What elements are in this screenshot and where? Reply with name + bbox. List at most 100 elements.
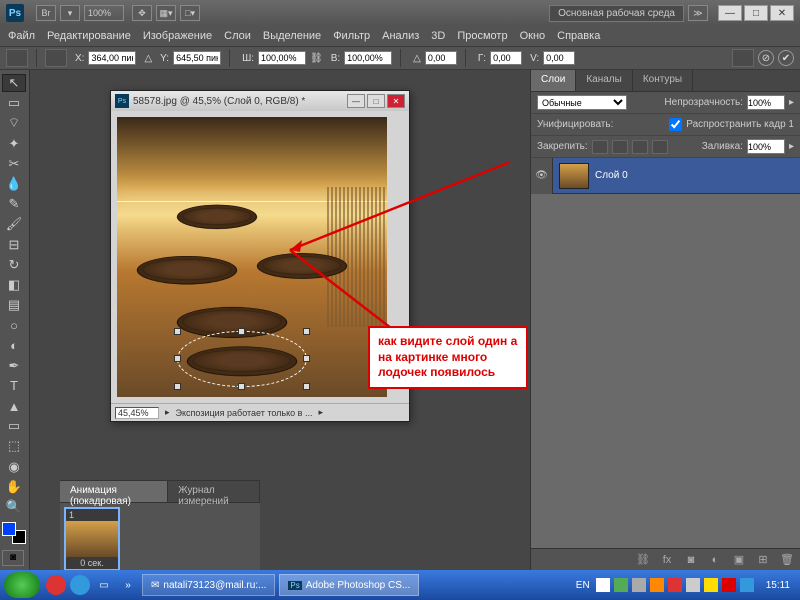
tray-icon[interactable] <box>650 578 664 592</box>
tray-icon[interactable] <box>614 578 628 592</box>
start-button[interactable] <box>4 572 40 598</box>
lock-transparency-icon[interactable] <box>592 140 608 154</box>
x-input[interactable] <box>88 51 136 65</box>
commit-transform[interactable]: ✔ <box>778 50 794 66</box>
menu-layers[interactable]: Слои <box>224 30 251 42</box>
tray-icon[interactable] <box>632 578 646 592</box>
lasso-tool[interactable]: ⌔ <box>2 114 26 132</box>
layer-row[interactable]: 👁 Слой 0 <box>531 158 800 194</box>
adjustment-layer-icon[interactable]: ◐ <box>706 552 724 568</box>
tab-animation[interactable]: Анимация (покадровая) <box>60 481 168 502</box>
canvas[interactable] <box>117 117 387 397</box>
opacity-input[interactable] <box>747 95 785 110</box>
menu-image[interactable]: Изображение <box>143 30 212 42</box>
reference-point-icon[interactable] <box>45 49 67 67</box>
language-indicator[interactable]: EN <box>576 580 590 591</box>
menu-analysis[interactable]: Анализ <box>382 30 419 42</box>
fill-input[interactable] <box>747 139 785 154</box>
cancel-transform[interactable]: ⊘ <box>758 50 774 66</box>
document-zoom[interactable]: 45,45% <box>115 407 159 419</box>
tray-icon[interactable] <box>596 578 610 592</box>
status-dropdown-icon[interactable]: ▸ <box>318 407 323 418</box>
document-maximize[interactable]: □ <box>367 94 385 108</box>
window-minimize[interactable]: — <box>718 5 742 21</box>
xy-triangle-icon[interactable]: △ <box>144 53 152 64</box>
menu-view[interactable]: Просмотр <box>457 30 507 42</box>
clone-stamp-tool[interactable]: ⊟ <box>2 236 26 254</box>
tray-icon[interactable] <box>722 578 736 592</box>
tab-layers[interactable]: Слои <box>531 70 576 91</box>
3d-tool[interactable]: ⬚ <box>2 437 26 455</box>
lock-position-icon[interactable] <box>632 140 648 154</box>
transform-handle[interactable] <box>238 328 245 335</box>
pen-tool[interactable]: ✒ <box>2 357 26 375</box>
lock-image-icon[interactable] <box>612 140 628 154</box>
3d-camera-tool[interactable]: ◉ <box>2 458 26 476</box>
marquee-tool[interactable]: ▭ <box>2 94 26 112</box>
document-close[interactable]: ✕ <box>387 94 405 108</box>
tab-paths[interactable]: Контуры <box>633 70 693 91</box>
menu-filter[interactable]: Фильтр <box>333 30 370 42</box>
window-maximize[interactable]: □ <box>744 5 768 21</box>
magic-wand-tool[interactable]: ✦ <box>2 135 26 153</box>
propagate-frame-checkbox[interactable] <box>669 117 682 132</box>
transform-handle[interactable] <box>238 383 245 390</box>
fill-dropdown-icon[interactable]: ▸ <box>789 141 794 152</box>
type-tool[interactable]: T <box>2 377 26 395</box>
skew-h-input[interactable] <box>490 51 522 65</box>
document-minimize[interactable]: — <box>347 94 365 108</box>
transform-handle[interactable] <box>303 328 310 335</box>
layer-name[interactable]: Слой 0 <box>595 170 628 181</box>
new-layer-icon[interactable]: ⊞ <box>754 552 772 568</box>
tab-measurement-log[interactable]: Журнал измерений <box>168 481 260 502</box>
transform-bounding-box[interactable] <box>177 331 307 387</box>
quicklaunch-more[interactable]: » <box>118 575 138 595</box>
taskbar-task-mail[interactable]: ✉ natali73123@mail.ru:... <box>142 574 275 596</box>
quicklaunch-opera[interactable] <box>46 575 66 595</box>
crop-tool[interactable]: ✂ <box>2 155 26 173</box>
layer-fx-icon[interactable]: fx <box>658 552 676 568</box>
workspace-switcher[interactable]: Основная рабочая среда <box>549 5 684 22</box>
delete-layer-icon[interactable]: 🗑 <box>778 552 796 568</box>
warp-mode-icon[interactable] <box>732 49 754 67</box>
menu-window[interactable]: Окно <box>520 30 546 42</box>
quicklaunch-ie[interactable] <box>70 575 90 595</box>
w-input[interactable] <box>258 51 306 65</box>
foreground-color[interactable] <box>2 522 16 536</box>
angle-input[interactable] <box>425 51 457 65</box>
bridge-button[interactable]: Br <box>36 5 56 21</box>
eraser-tool[interactable]: ◧ <box>2 276 26 294</box>
menu-select[interactable]: Выделение <box>263 30 321 42</box>
tab-channels[interactable]: Каналы <box>576 70 633 91</box>
frame-duration[interactable]: 0 сек. <box>66 557 118 569</box>
transform-icon[interactable] <box>6 49 28 67</box>
transform-handle[interactable] <box>174 355 181 362</box>
blend-mode-dropdown[interactable]: Обычные <box>537 95 627 110</box>
brush-tool[interactable]: 🖌 <box>2 215 26 233</box>
history-brush-tool[interactable]: ↻ <box>2 256 26 274</box>
transform-handle[interactable] <box>174 383 181 390</box>
status-nav-icon[interactable]: ▸ <box>165 407 170 418</box>
quick-mask-toggle[interactable]: ◙ <box>2 550 24 566</box>
opacity-dropdown-icon[interactable]: ▸ <box>789 97 794 108</box>
visibility-toggle-icon[interactable]: 👁 <box>531 158 553 194</box>
view-mode-dropdown[interactable]: ▦▾ <box>156 5 176 21</box>
hand-tool-shortcut[interactable]: ✥ <box>132 5 152 21</box>
link-wh-icon[interactable]: ⛓ <box>310 53 323 64</box>
zoom-level-dropdown[interactable]: 100% <box>84 5 124 21</box>
zoom-tool[interactable]: 🔍 <box>2 498 26 516</box>
shape-tool[interactable]: ▭ <box>2 417 26 435</box>
tray-icon[interactable] <box>704 578 718 592</box>
gradient-tool[interactable]: ▤ <box>2 296 26 314</box>
healing-tool[interactable]: ✎ <box>2 195 26 213</box>
move-tool[interactable]: ↖ <box>2 74 26 92</box>
blur-tool[interactable]: ○ <box>2 316 26 334</box>
transform-handle[interactable] <box>303 383 310 390</box>
color-swatches[interactable] <box>2 522 26 544</box>
taskbar-task-photoshop[interactable]: Ps Adobe Photoshop CS... <box>279 574 419 596</box>
eyedropper-tool[interactable]: 💧 <box>2 175 26 193</box>
path-selection-tool[interactable]: ▲ <box>2 397 26 415</box>
layer-mask-icon[interactable]: ◙ <box>682 552 700 568</box>
y-input[interactable] <box>173 51 221 65</box>
link-layers-icon[interactable]: ⛓ <box>634 552 652 568</box>
